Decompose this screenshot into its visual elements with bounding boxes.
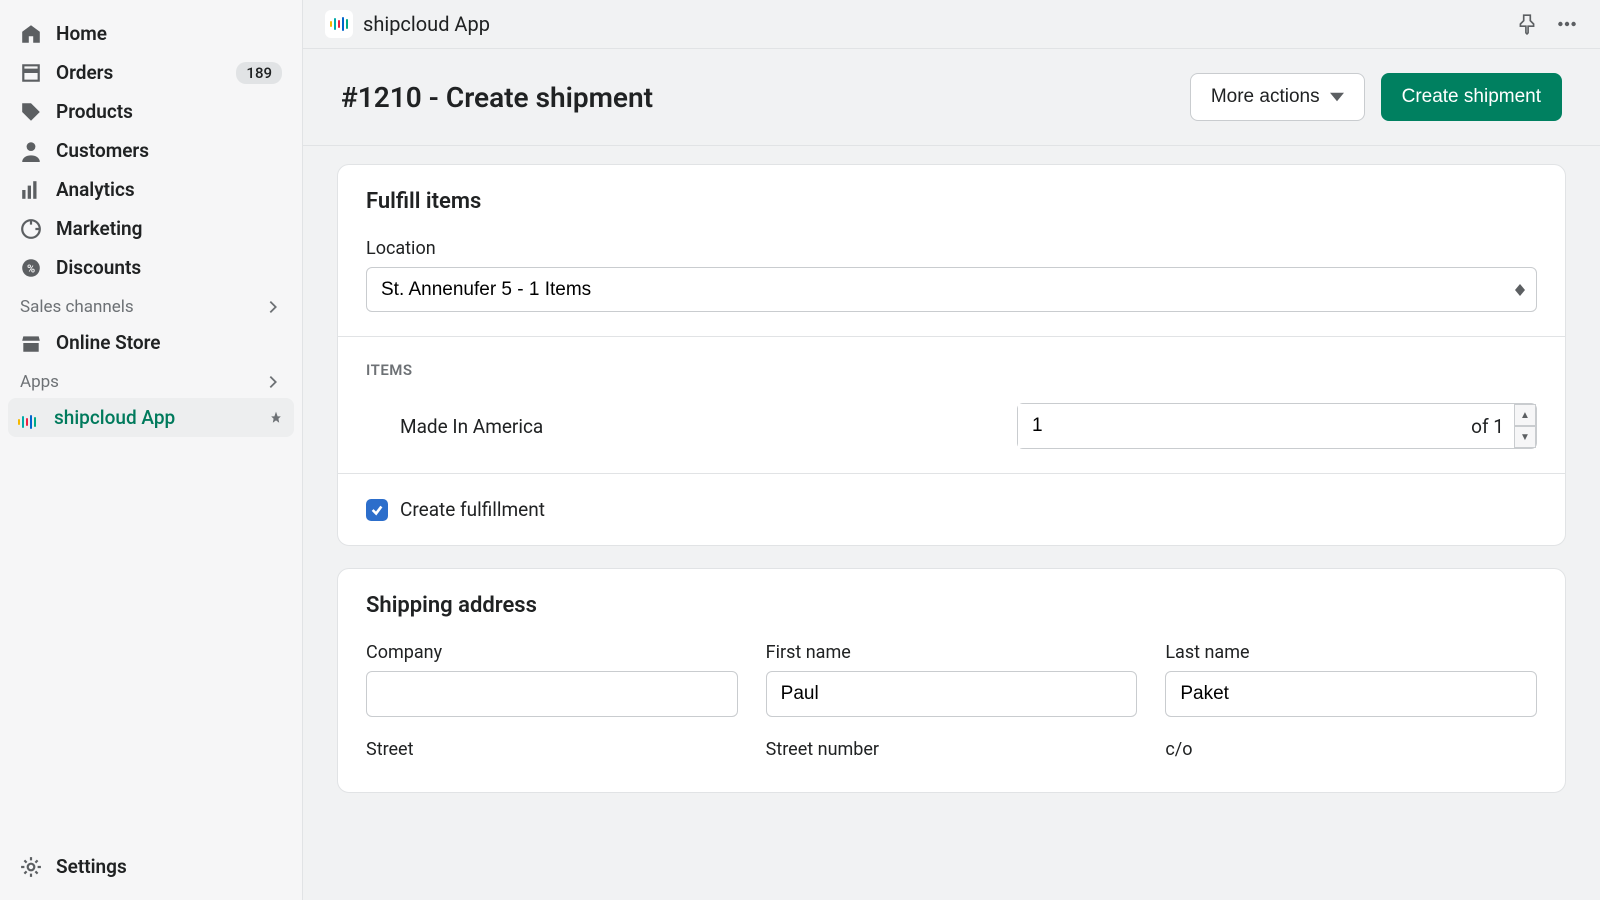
location-label: Location [366, 238, 1537, 259]
fulfill-heading: Fulfill items [366, 189, 1537, 214]
orders-badge: 189 [236, 62, 282, 84]
chevron-right-icon [264, 373, 282, 391]
target-icon [20, 218, 42, 240]
topbar: shipcloud App [303, 0, 1600, 49]
nav-customers-label: Customers [56, 139, 282, 162]
nav-settings[interactable]: Settings [8, 847, 294, 886]
quantity-down-button[interactable]: ▼ [1514, 426, 1536, 448]
svg-text:%: % [27, 262, 35, 275]
quantity-of-label: of 1 [1471, 415, 1514, 438]
nav-analytics-label: Analytics [56, 178, 282, 201]
shipping-heading: Shipping address [366, 593, 1537, 618]
apps-section[interactable]: Apps [8, 362, 294, 398]
more-icon[interactable] [1556, 13, 1578, 35]
more-actions-button[interactable]: More actions [1190, 73, 1365, 121]
nav-home-label: Home [56, 22, 282, 45]
content: Fulfill items Location St. Annenufer 5 -… [303, 146, 1600, 833]
check-icon [370, 503, 384, 517]
apps-label: Apps [20, 372, 59, 392]
tag-icon [20, 101, 42, 123]
item-row: Made In America of 1 ▲ ▼ [366, 379, 1537, 449]
create-shipment-label: Create shipment [1402, 86, 1541, 108]
nav-products[interactable]: Products [8, 92, 294, 131]
caret-down-icon [1330, 90, 1344, 104]
main: shipcloud App #1210 - Create shipment Mo… [302, 0, 1600, 900]
company-input[interactable] [366, 671, 738, 717]
quantity-up-button[interactable]: ▲ [1514, 404, 1536, 426]
sales-channels-label: Sales channels [20, 297, 134, 317]
person-icon [20, 140, 42, 162]
last-name-input[interactable] [1165, 671, 1537, 717]
nav-orders-label: Orders [56, 61, 236, 84]
first-name-input[interactable] [766, 671, 1138, 717]
nav-discounts[interactable]: % Discounts [8, 248, 294, 287]
page-header: #1210 - Create shipment More actions Cre… [303, 49, 1600, 146]
street-number-label: Street number [766, 739, 1138, 760]
co-label: c/o [1165, 739, 1537, 760]
location-select[interactable]: St. Annenufer 5 - 1 Items [366, 267, 1537, 312]
last-name-label: Last name [1165, 642, 1537, 663]
fulfill-items-card: Fulfill items Location St. Annenufer 5 -… [337, 164, 1566, 546]
home-icon [20, 23, 42, 45]
nav-online-store[interactable]: Online Store [8, 323, 294, 362]
nav-marketing[interactable]: Marketing [8, 209, 294, 248]
first-name-label: First name [766, 642, 1138, 663]
location-select-wrap: St. Annenufer 5 - 1 Items [366, 267, 1537, 312]
store-icon [20, 332, 42, 354]
chevron-right-icon [264, 298, 282, 316]
bar-chart-icon [20, 179, 42, 201]
nav-marketing-label: Marketing [56, 217, 282, 240]
discount-icon: % [20, 257, 42, 279]
inbox-icon [20, 62, 42, 84]
quantity-input[interactable] [1018, 404, 1471, 448]
quantity-stepper: of 1 ▲ ▼ [1017, 403, 1537, 449]
nav-home[interactable]: Home [8, 14, 294, 53]
company-label: Company [366, 642, 738, 663]
nav-online-store-label: Online Store [56, 331, 282, 354]
nav-shipcloud-app[interactable]: shipcloud App [8, 398, 294, 437]
page-title: #1210 - Create shipment [341, 81, 1190, 114]
sidebar: Home Orders 189 Products Customers Analy… [0, 0, 302, 900]
shipping-address-card: Shipping address Company First name Last… [337, 568, 1566, 793]
app-title: shipcloud App [363, 12, 1498, 36]
nav-shipcloud-label: shipcloud App [54, 406, 268, 429]
gear-icon [20, 856, 42, 878]
nav-products-label: Products [56, 100, 282, 123]
pin-icon[interactable] [268, 410, 284, 426]
item-name: Made In America [366, 415, 1017, 438]
street-label: Street [366, 739, 738, 760]
pin-icon[interactable] [1516, 13, 1538, 35]
create-fulfillment-checkbox[interactable] [366, 499, 388, 521]
nav-customers[interactable]: Customers [8, 131, 294, 170]
nav-settings-label: Settings [56, 855, 282, 878]
create-fulfillment-row: Create fulfillment [366, 498, 1537, 521]
shipcloud-logo-icon [325, 10, 353, 38]
nav-discounts-label: Discounts [56, 256, 282, 279]
items-header: ITEMS [366, 361, 1537, 379]
shipcloud-logo-icon [18, 407, 40, 429]
sales-channels-section[interactable]: Sales channels [8, 287, 294, 323]
create-fulfillment-label: Create fulfillment [400, 498, 545, 521]
more-actions-label: More actions [1211, 86, 1320, 108]
nav-orders[interactable]: Orders 189 [8, 53, 294, 92]
create-shipment-button[interactable]: Create shipment [1381, 73, 1562, 121]
nav-analytics[interactable]: Analytics [8, 170, 294, 209]
